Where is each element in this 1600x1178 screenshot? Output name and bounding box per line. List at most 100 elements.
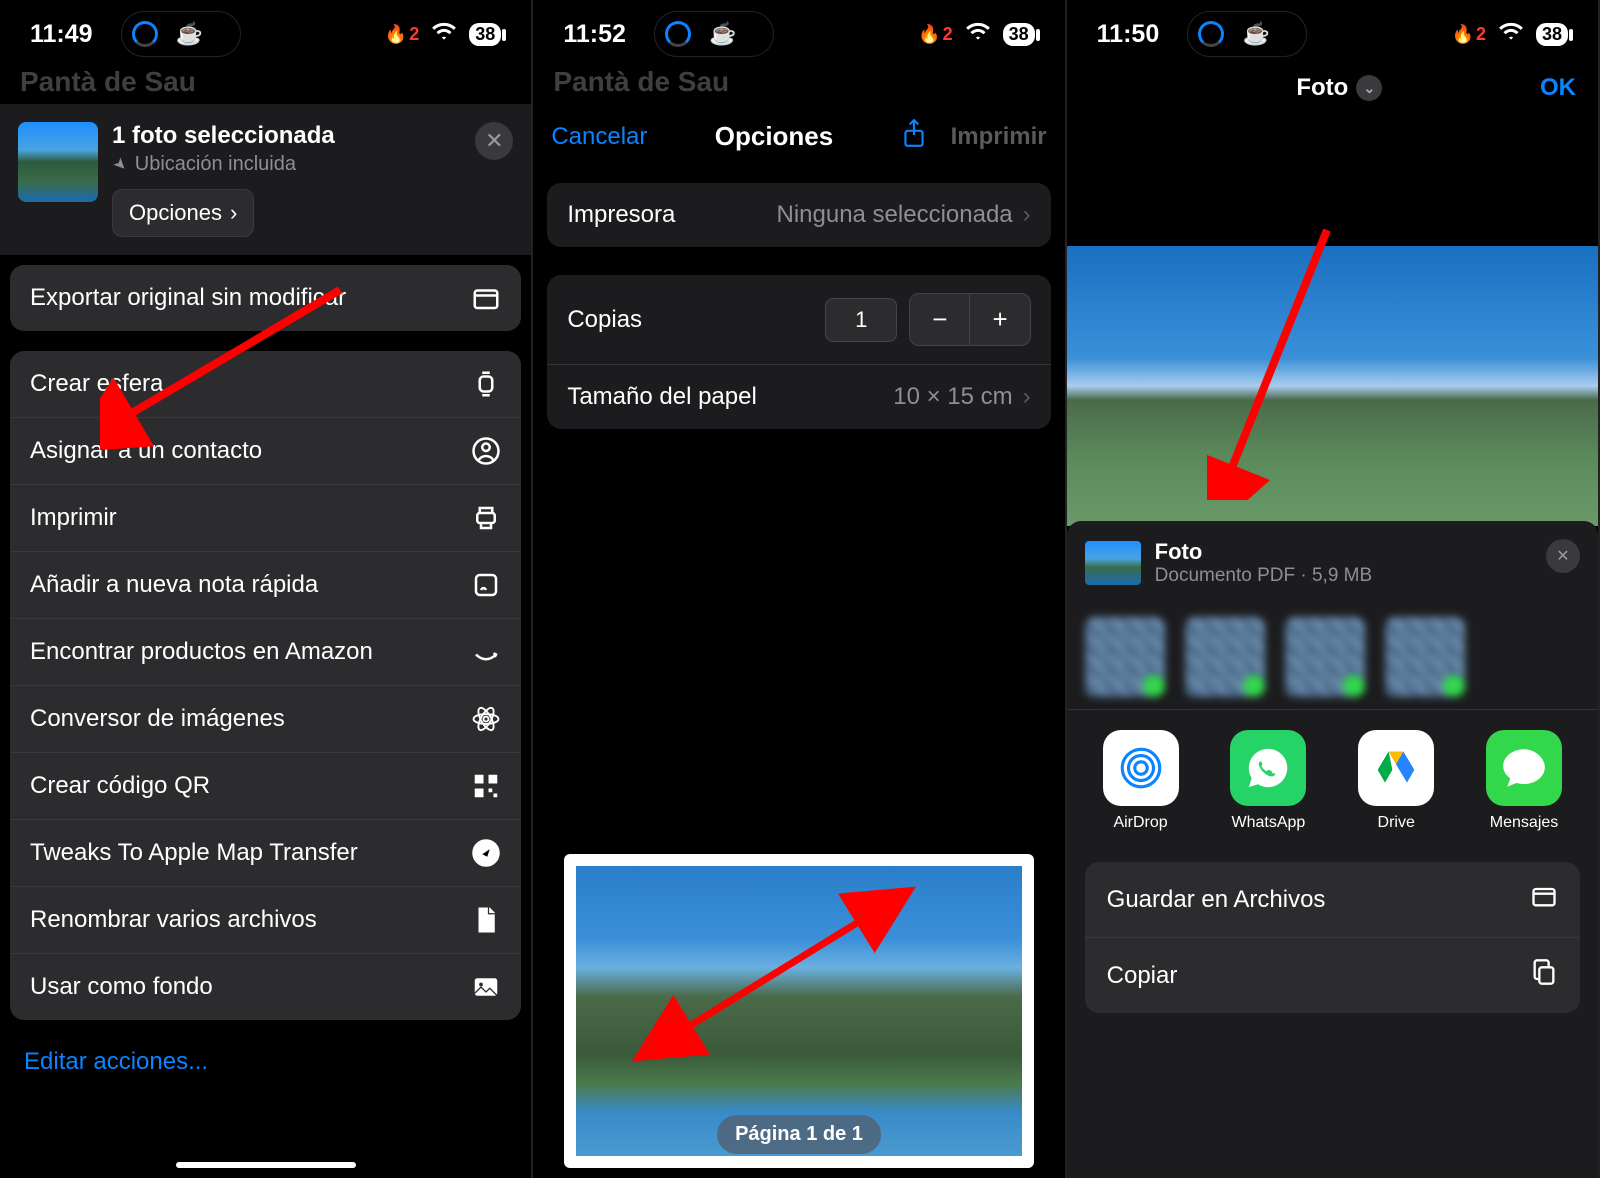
options-button[interactable]: Opciones› (112, 189, 254, 237)
action-assign-contact[interactable]: Asignar a un contacto (10, 418, 521, 485)
battery-indicator: 38 (1003, 23, 1035, 46)
share-sheet-header: Foto Documento PDF · 5,9 MB ✕ (1067, 521, 1598, 605)
status-bar: 11:49 ☕ 🔥2 38 (0, 0, 531, 60)
cancel-button[interactable]: Cancelar (551, 123, 647, 151)
location-included-label: Ubicación incluida (112, 152, 513, 177)
page-indicator: Página 1 de 1 (717, 1115, 881, 1154)
action-rename-files[interactable]: Renombrar varios archivos (10, 887, 521, 954)
document-icon (471, 905, 501, 935)
contact-icon (471, 436, 501, 466)
doc-subtitle: Documento PDF · 5,9 MB (1155, 565, 1373, 587)
messages-icon (1486, 730, 1562, 806)
app-whatsapp[interactable]: WhatsApp (1230, 730, 1306, 832)
close-icon: ✕ (1556, 546, 1569, 566)
stepper-minus[interactable]: − (910, 294, 970, 345)
amazon-icon (471, 637, 501, 667)
coffee-icon: ☕ (176, 21, 203, 47)
title-dropdown[interactable]: Foto ⌄ (1296, 74, 1382, 102)
home-indicator[interactable] (176, 1162, 356, 1168)
activity-ring-icon (1198, 21, 1224, 47)
action-print[interactable]: Imprimir (10, 485, 521, 552)
printer-icon (471, 503, 501, 533)
app-airdrop[interactable]: AirDrop (1103, 730, 1179, 832)
export-original-row[interactable]: Exportar original sin modificar (10, 265, 521, 331)
contact-suggestion[interactable] (1385, 617, 1465, 697)
clock: 11:49 (30, 20, 93, 49)
contact-suggestion[interactable] (1085, 617, 1165, 697)
close-button[interactable]: ✕ (1546, 539, 1580, 573)
dynamic-island[interactable]: ☕ (121, 11, 241, 57)
export-group: Exportar original sin modificar (10, 265, 521, 331)
note-icon (471, 570, 501, 600)
coffee-icon: ☕ (1243, 21, 1270, 47)
status-bar: 11:52 ☕ 🔥2 38 (533, 0, 1064, 60)
action-create-sphere[interactable]: Crear esfera (10, 351, 521, 418)
action-amazon[interactable]: Encontrar productos en Amazon (10, 619, 521, 686)
background-photo (1067, 246, 1598, 526)
dynamic-island[interactable]: ☕ (1187, 11, 1307, 57)
apps-row: AirDrop WhatsApp Drive Mensajes (1067, 709, 1598, 852)
app-drive[interactable]: Drive (1358, 730, 1434, 832)
folder-icon (1530, 882, 1558, 917)
action-map-tweaks[interactable]: Tweaks To Apple Map Transfer (10, 820, 521, 887)
flame-badge: 🔥2 (385, 24, 419, 45)
screen-print-options: 11:52 ☕ 🔥2 38 Pantà de Sau Cancelar Opci… (533, 0, 1066, 1178)
doc-thumbnail[interactable] (1085, 541, 1141, 585)
edit-actions-link[interactable]: Editar acciones... (0, 1030, 531, 1094)
image-icon (471, 972, 501, 1002)
qr-icon (471, 771, 501, 801)
preview-photo (576, 866, 1022, 1156)
whatsapp-icon (1230, 730, 1306, 806)
action-wallpaper[interactable]: Usar como fondo (10, 954, 521, 1020)
flame-badge: 🔥2 (1452, 24, 1486, 45)
printer-row[interactable]: Impresora Ninguna seleccionada› (547, 183, 1050, 247)
activity-ring-icon (665, 21, 691, 47)
wifi-icon (431, 18, 457, 51)
flame-badge: 🔥2 (918, 24, 952, 45)
actions-list: Crear esfera Asignar a un contacto Impri… (10, 351, 521, 1020)
status-bar: 11:50 ☕ 🔥2 38 (1067, 0, 1598, 60)
copies-row: Copias 1 − + (547, 275, 1050, 365)
background-page-title: Pantà de Sau (533, 60, 1064, 104)
actions-group: Guardar en Archivos Copiar (1085, 862, 1580, 1013)
chevron-down-icon: ⌄ (1356, 75, 1382, 101)
action-image-converter[interactable]: Conversor de imágenes (10, 686, 521, 753)
action-quick-note[interactable]: Añadir a nueva nota rápida (10, 552, 521, 619)
action-copy[interactable]: Copiar (1085, 938, 1580, 1013)
page-title: Opciones (715, 121, 833, 152)
printer-group: Impresora Ninguna seleccionada› (547, 183, 1050, 247)
folder-icon (471, 283, 501, 313)
action-save-files[interactable]: Guardar en Archivos (1085, 862, 1580, 938)
selection-count-label: 1 foto seleccionada (112, 122, 513, 150)
copy-icon (1530, 958, 1558, 993)
wifi-icon (1498, 18, 1524, 51)
nav-bar: Foto ⌄ OK (1067, 60, 1598, 116)
share-button[interactable] (901, 118, 927, 155)
contacts-row (1067, 605, 1598, 709)
ok-button[interactable]: OK (1540, 74, 1576, 102)
chevron-right-icon: › (1023, 201, 1031, 229)
home-indicator[interactable] (709, 1162, 889, 1168)
stepper-plus[interactable]: + (970, 294, 1029, 345)
wifi-icon (965, 18, 991, 51)
chevron-right-icon: › (1023, 383, 1031, 411)
dynamic-island[interactable]: ☕ (654, 11, 774, 57)
activity-ring-icon (132, 21, 158, 47)
contact-suggestion[interactable] (1285, 617, 1365, 697)
contact-suggestion[interactable] (1185, 617, 1265, 697)
print-preview[interactable]: Página 1 de 1 (533, 443, 1064, 1178)
watch-icon (471, 369, 501, 399)
copies-input[interactable]: 1 (825, 298, 897, 342)
app-messages[interactable]: Mensajes (1486, 730, 1562, 832)
clock: 11:50 (1097, 20, 1160, 49)
battery-indicator: 38 (1536, 23, 1568, 46)
paper-size-row[interactable]: Tamaño del papel 10 × 15 cm› (547, 365, 1050, 429)
action-qr-code[interactable]: Crear código QR (10, 753, 521, 820)
atom-icon (471, 704, 501, 734)
print-button-disabled: Imprimir (951, 123, 1047, 151)
chevron-right-icon: › (230, 200, 237, 226)
coffee-icon: ☕ (709, 21, 736, 47)
photo-thumbnail[interactable] (18, 122, 98, 202)
screen-pdf-share: 11:50 ☕ 🔥2 38 Foto ⌄ OK Foto Docu (1067, 0, 1600, 1178)
screen-share-sheet: 11:49 ☕ 🔥2 38 Pantà de Sau 1 foto selecc… (0, 0, 533, 1178)
